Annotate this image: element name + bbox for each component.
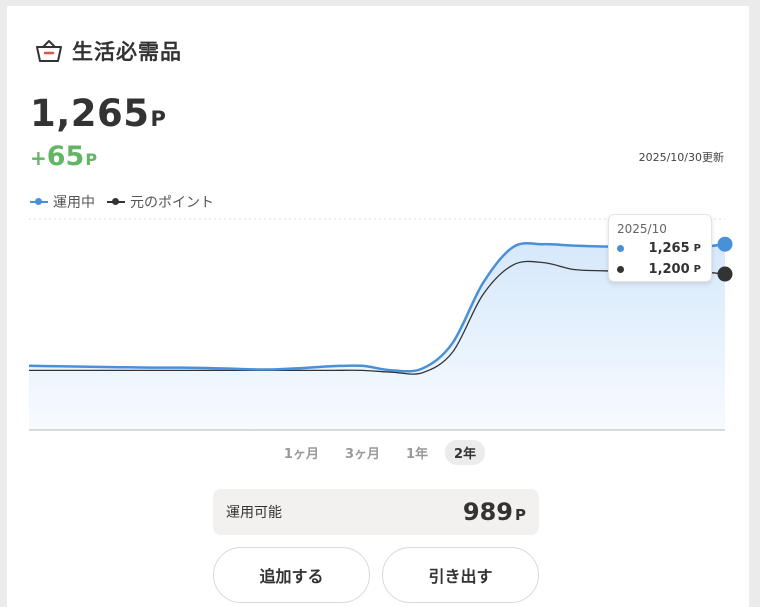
period-tabs: 1ヶ月 3ヶ月 1年 2年 — [0, 440, 760, 465]
withdraw-button[interactable]: 引き出す — [382, 547, 539, 603]
tooltip-date: 2025/10 — [617, 222, 667, 236]
legend-item-running: 運用中 — [30, 192, 95, 212]
tooltip-value-running: 1,265 — [648, 241, 690, 256]
balance-value: 1,265 — [30, 92, 150, 135]
available-points: 運用可能 989 P — [213, 489, 539, 535]
gain-sign: + — [30, 146, 47, 170]
basket-icon — [34, 38, 64, 64]
tooltip-row-principal: 1,200 P — [617, 262, 701, 277]
tooltip-unit-principal: P — [693, 264, 701, 275]
tooltip-dot-principal — [617, 266, 624, 273]
legend-label-running: 運用中 — [53, 195, 95, 211]
available-unit: P — [515, 505, 526, 524]
balance-unit: P — [150, 107, 166, 131]
tab-1-year[interactable]: 1年 — [397, 440, 437, 465]
chart-tooltip: 2025/10 1,265 P 1,200 P — [608, 214, 712, 282]
legend-label-principal: 元のポイント — [130, 195, 214, 211]
legend-marker-running — [30, 197, 48, 207]
tooltip-unit-running: P — [693, 243, 701, 254]
available-label: 運用可能 — [226, 505, 282, 521]
tooltip-dot-running — [617, 245, 624, 252]
gain-unit: P — [85, 150, 98, 169]
legend-marker-principal — [107, 197, 125, 207]
tab-2-years[interactable]: 2年 — [445, 440, 486, 465]
page-title: 生活必需品 — [72, 40, 182, 64]
fund-header: 生活必需品 — [34, 36, 182, 66]
gain-value: 65 — [46, 141, 85, 172]
available-value: 989 — [462, 498, 513, 526]
tab-1-month[interactable]: 1ヶ月 — [275, 440, 328, 465]
chart-legend: 運用中 元のポイント — [30, 192, 226, 212]
tooltip-row-running: 1,265 P — [617, 241, 701, 256]
balance: 1,265 P — [30, 92, 166, 135]
updated-timestamp: 2025/10/30更新 — [638, 151, 724, 164]
tooltip-value-principal: 1,200 — [648, 262, 690, 277]
legend-item-principal: 元のポイント — [107, 192, 214, 212]
gain: + 65 P — [30, 141, 97, 172]
tab-3-months[interactable]: 3ヶ月 — [336, 440, 389, 465]
add-button[interactable]: 追加する — [213, 547, 370, 603]
